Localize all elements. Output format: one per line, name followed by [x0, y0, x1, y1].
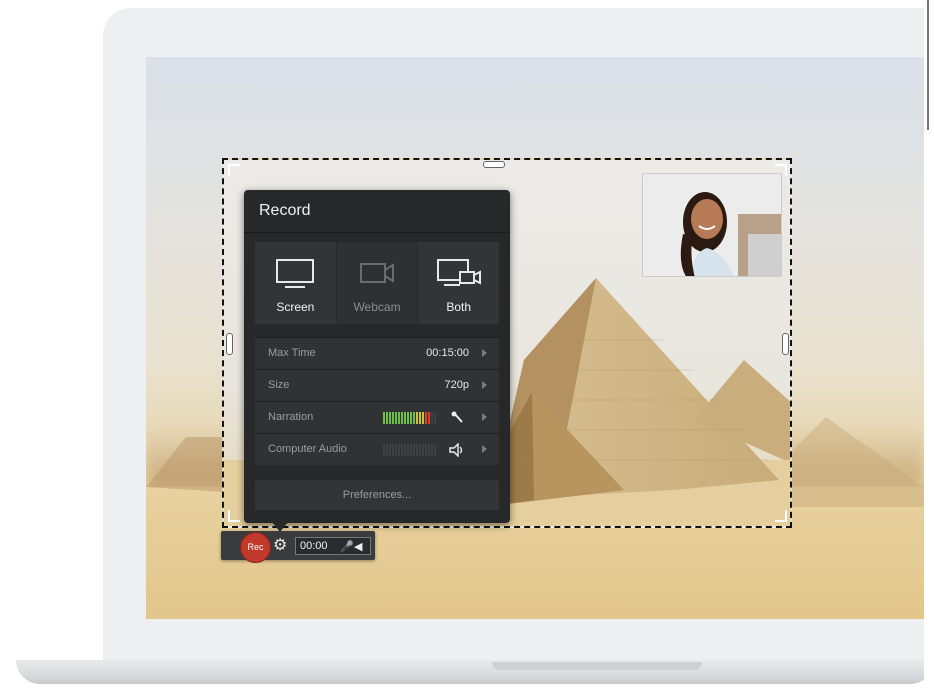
meter-bar: [407, 444, 409, 456]
meter-bar: [398, 444, 400, 456]
mode-both-button[interactable]: Both: [418, 242, 500, 324]
record-button[interactable]: Rec: [240, 532, 271, 563]
mode-screen-button[interactable]: Screen: [255, 242, 336, 324]
settings-list: Max Time 00:15:00 Size 720p Narration Co…: [255, 337, 499, 465]
computer-audio-level-meter: [383, 444, 437, 456]
speaker-icon[interactable]: [449, 443, 465, 457]
timer-value: 00:00: [300, 540, 328, 552]
meter-bar: [425, 444, 427, 456]
speaker-icon[interactable]: ◀: [354, 540, 362, 553]
max-time-label: Max Time: [268, 347, 316, 359]
webcam-icon: [360, 263, 394, 283]
laptop-base-notch: [492, 662, 702, 670]
laptop-base: [16, 660, 934, 684]
meter-bar: [401, 444, 403, 456]
mode-webcam-label: Webcam: [353, 300, 401, 314]
size-label: Size: [268, 379, 290, 391]
mode-webcam-button[interactable]: Webcam: [336, 242, 418, 324]
size-value: 720p: [444, 379, 469, 391]
region-corner-top-left[interactable]: [228, 164, 240, 176]
computer-audio-label: Computer Audio: [268, 443, 347, 455]
scrollbar[interactable]: [927, 0, 929, 130]
meter-bar: [431, 412, 433, 424]
meter-bar: [428, 412, 430, 424]
record-panel: Record Screen Webcam Both Max Time 00:15…: [244, 190, 510, 523]
meter-bar: [410, 444, 412, 456]
setting-computer-audio[interactable]: Computer Audio: [255, 433, 499, 465]
meter-bar: [431, 444, 433, 456]
meter-bar: [413, 412, 415, 424]
max-time-value: 00:15:00: [426, 347, 469, 359]
meter-bar: [422, 412, 424, 424]
mode-both-label: Both: [446, 300, 472, 314]
region-handle-left[interactable]: [226, 333, 233, 355]
monitor-icon: [276, 259, 315, 288]
region-corner-bottom-left[interactable]: [228, 510, 240, 522]
meter-bar: [398, 412, 400, 424]
meter-bar: [416, 412, 418, 424]
meter-bar: [383, 412, 385, 424]
meter-bar: [407, 412, 409, 424]
meter-bar: [395, 412, 397, 424]
chevron-right-icon[interactable]: [482, 445, 487, 453]
chevron-right-icon[interactable]: [482, 349, 487, 357]
meter-bar: [383, 444, 385, 456]
chevron-right-icon[interactable]: [482, 413, 487, 421]
meter-bar: [434, 412, 436, 424]
meter-bar: [419, 444, 421, 456]
region-handle-right[interactable]: [782, 333, 789, 355]
meter-bar: [428, 444, 430, 456]
meter-bar: [404, 412, 406, 424]
microphone-icon[interactable]: [451, 411, 465, 425]
screen-and-webcam-icon: [436, 259, 481, 286]
timer-display: 00:00 🎤 ◀: [295, 537, 371, 555]
meter-bar: [422, 444, 424, 456]
gear-icon[interactable]: ⚙: [273, 538, 287, 554]
meter-bar: [410, 412, 412, 424]
meter-bar: [392, 444, 394, 456]
preferences-button[interactable]: Preferences...: [255, 480, 499, 510]
meter-bar: [401, 412, 403, 424]
chevron-right-icon[interactable]: [482, 381, 487, 389]
narration-label: Narration: [268, 411, 314, 423]
meter-bar: [389, 444, 391, 456]
meter-bar: [386, 444, 388, 456]
meter-bar: [425, 412, 427, 424]
record-mode-selector: Screen Webcam Both: [255, 242, 500, 324]
meter-bar: [386, 412, 388, 424]
page-right-edge: [924, 0, 934, 700]
region-corner-bottom-right[interactable]: [775, 510, 787, 522]
webcam-person-image: [643, 174, 781, 276]
meter-bar: [404, 444, 406, 456]
meter-bar: [434, 444, 436, 456]
setting-narration[interactable]: Narration: [255, 401, 499, 433]
setting-size[interactable]: Size 720p: [255, 369, 499, 401]
meter-bar: [392, 412, 394, 424]
meter-bar: [389, 412, 391, 424]
title-divider: [244, 232, 510, 233]
panel-title: Record: [259, 202, 311, 219]
narration-level-meter: [383, 412, 437, 424]
mode-screen-label: Screen: [276, 300, 315, 314]
microphone-icon[interactable]: 🎤: [340, 540, 354, 553]
webcam-preview[interactable]: [642, 173, 782, 277]
meter-bar: [419, 412, 421, 424]
meter-bar: [413, 444, 415, 456]
meter-bar: [395, 444, 397, 456]
region-handle-top[interactable]: [483, 161, 505, 168]
setting-max-time[interactable]: Max Time 00:15:00: [255, 337, 499, 369]
meter-bar: [416, 444, 418, 456]
